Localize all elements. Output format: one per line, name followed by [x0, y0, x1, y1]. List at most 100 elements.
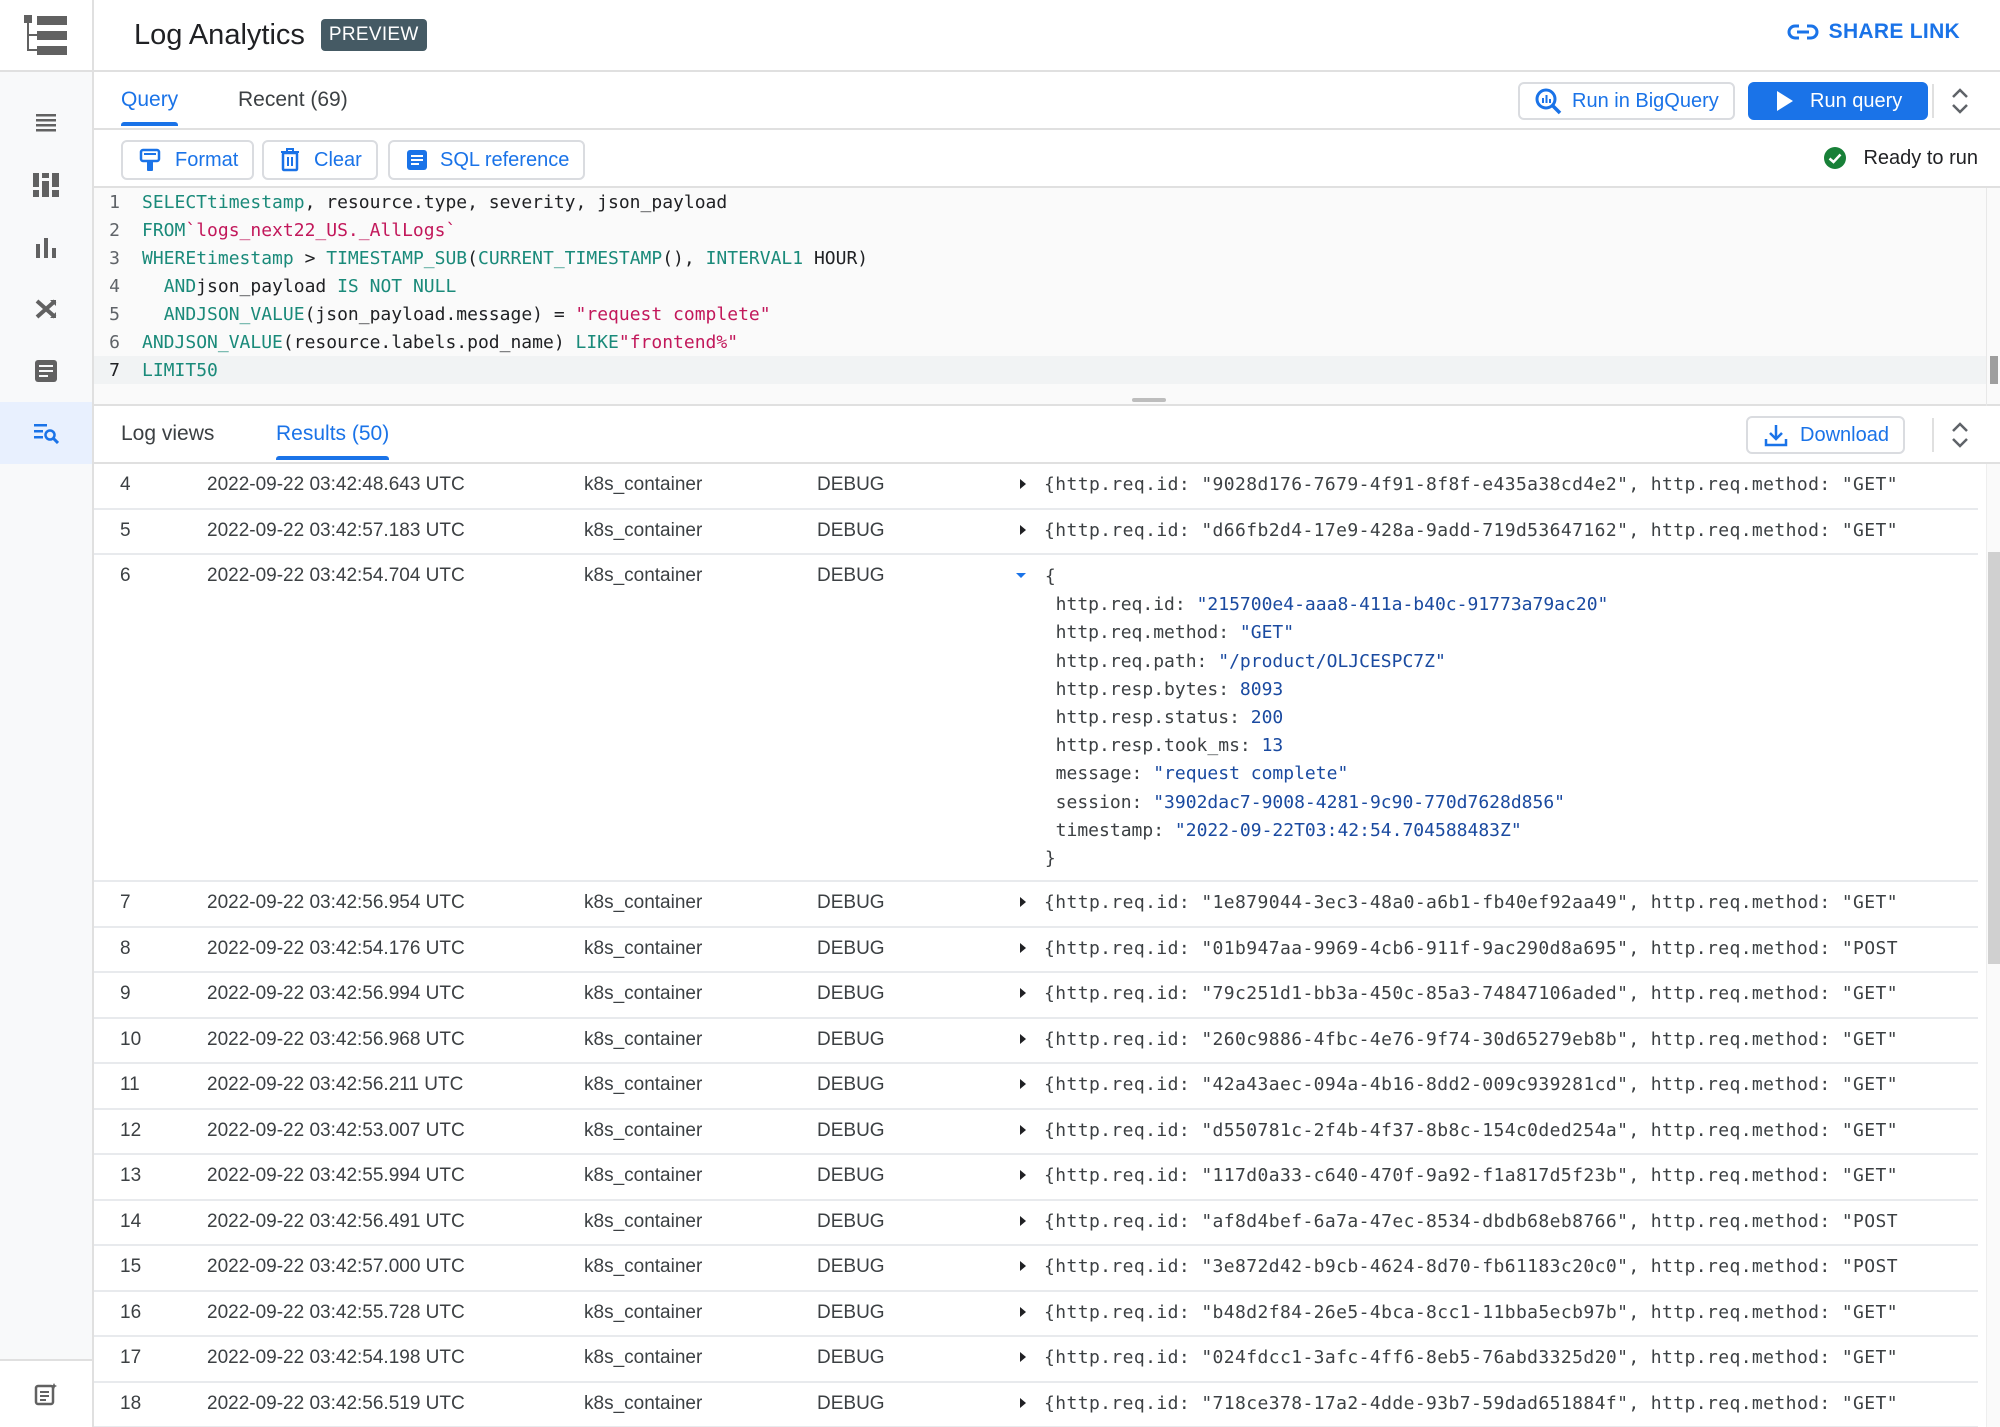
- table-row[interactable]: 10 2022-09-22 03:42:56.968 UTC k8s_contain…: [94, 1019, 1978, 1064]
- line-number: 3: [109, 247, 120, 269]
- sql-reference-button[interactable]: SQL reference: [388, 140, 586, 180]
- row-resource-type: k8s_container: [584, 1392, 703, 1414]
- row-timestamp: 2022-09-22 03:42:56.519 UTC: [207, 1392, 465, 1414]
- sidebar-item-log-analytics[interactable]: [0, 402, 92, 464]
- caret-right-icon: [1020, 479, 1026, 489]
- editor-toolbar: Format Clear SQL reference Ready to run: [94, 130, 2000, 188]
- json-value: 13: [1261, 735, 1284, 757]
- table-row[interactable]: 12 2022-09-22 03:42:53.007 UTC k8s_contain…: [94, 1110, 1978, 1155]
- table-row[interactable]: 7 2022-09-22 03:42:56.954 UTC k8s_containe…: [94, 882, 1978, 928]
- expand-collapse-editor-icon[interactable]: [1950, 86, 1970, 116]
- tab-recent-label: Recent (69): [238, 88, 348, 111]
- collapse-row-toggle[interactable]: [1014, 567, 1028, 583]
- expand-row-toggle[interactable]: [1016, 1349, 1030, 1365]
- table-row[interactable]: 13 2022-09-22 03:42:55.994 UTC k8s_contain…: [94, 1155, 1978, 1201]
- format-label: Format: [175, 148, 239, 171]
- row-resource-type: k8s_container: [584, 474, 703, 495]
- editor-scrollbar[interactable]: [1986, 188, 2000, 406]
- caret-right-icon: [1020, 1079, 1026, 1089]
- caret-right-icon: [1020, 1261, 1026, 1271]
- expand-row-toggle[interactable]: [1016, 985, 1030, 1001]
- json-key: http.req.method:: [1034, 622, 1240, 644]
- sidebar-item-logs-storage[interactable]: [0, 340, 92, 402]
- sidebar-item-dashboard[interactable]: [0, 154, 92, 216]
- row-severity: DEBUG: [817, 474, 885, 495]
- table-row[interactable]: 18 2022-09-22 03:42:56.519 UTC k8s_contain…: [94, 1383, 1978, 1427]
- page-header: Log Analytics PREVIEW SHARE LINK: [94, 0, 2000, 72]
- download-button[interactable]: Download: [1746, 416, 1905, 454]
- table-row[interactable]: 8 2022-09-22 03:42:54.176 UTC k8s_containe…: [94, 928, 1978, 973]
- dashboard-icon: [33, 173, 59, 197]
- expand-row-toggle[interactable]: [1016, 1213, 1030, 1229]
- row-json-payload: {http.req.id: "260c9886-4fbc-4e76-9f74-3…: [1044, 1028, 1899, 1050]
- table-row[interactable]: 16 2022-09-22 03:42:55.728 UTC k8s_contain…: [94, 1292, 1978, 1337]
- expand-row-toggle[interactable]: [1016, 522, 1030, 538]
- row-json-payload: {http.req.id: "117d0a33-c640-470f-9a92-f…: [1044, 1165, 1899, 1186]
- caret-right-icon: [1020, 988, 1026, 998]
- table-row[interactable]: 17 2022-09-22 03:42:54.198 UTC k8s_contain…: [94, 1337, 1978, 1383]
- sidebar-release-notes[interactable]: [0, 1359, 92, 1427]
- sql-editor[interactable]: 1 SELECT timestamp, resource.type, sever…: [94, 188, 2000, 406]
- row-number: 15: [120, 1256, 142, 1277]
- sidebar-item-logs-explorer[interactable]: [0, 92, 92, 154]
- expand-collapse-results-icon[interactable]: [1950, 420, 1970, 450]
- table-row[interactable]: 5 2022-09-22 03:42:57.183 UTC k8s_containe…: [94, 510, 1978, 555]
- shuffle-router-icon: [35, 299, 57, 319]
- json-value: "2022-09-22T03:42:54.704588483Z": [1174, 819, 1522, 841]
- expand-row-toggle[interactable]: [1016, 1076, 1030, 1092]
- tab-query[interactable]: Query: [121, 88, 179, 126]
- editor-resize-handle[interactable]: [1132, 398, 1166, 402]
- editor-scrollbar-thumb[interactable]: [1990, 356, 1998, 384]
- table-row[interactable]: 15 2022-09-22 03:42:57.000 UTC k8s_contain…: [94, 1246, 1978, 1292]
- expand-row-toggle[interactable]: [1016, 1167, 1030, 1183]
- active-tab-indicator: [121, 122, 179, 126]
- table-row[interactable]: 4 2022-09-22 03:42:48.643 UTC k8s_containe…: [94, 464, 1978, 510]
- caret-right-icon: [1020, 1306, 1026, 1317]
- run-in-bigquery-button[interactable]: Run in BigQuery: [1518, 82, 1735, 120]
- row-timestamp: 2022-09-22 03:42:57.183 UTC: [207, 519, 465, 541]
- share-link-button[interactable]: SHARE LINK: [1787, 20, 1960, 44]
- expand-row-toggle[interactable]: [1016, 1395, 1030, 1411]
- sidebar-item-log-router[interactable]: [0, 278, 92, 340]
- caret-right-icon: [1020, 1033, 1026, 1044]
- tab-log-views[interactable]: Log views: [121, 422, 214, 446]
- row-json-payload: {http.req.id: "718ce378-17a2-4dde-93b7-5…: [1044, 1392, 1899, 1414]
- clear-button[interactable]: Clear: [262, 140, 378, 180]
- table-row[interactable]: 11 2022-09-22 03:42:56.211 UTC k8s_contain…: [94, 1064, 1978, 1110]
- caret-down-icon: [1016, 573, 1026, 578]
- expand-row-toggle[interactable]: [1016, 1122, 1030, 1138]
- row-severity: DEBUG: [817, 1119, 885, 1141]
- caret-right-icon: [1020, 1397, 1026, 1408]
- row-resource-type: k8s_container: [584, 565, 703, 586]
- code-line: 4 AND json_payload IS NOT NULL: [94, 272, 1986, 300]
- row-json-payload: {http.req.id: "024fdcc1-3afc-4ff6-8eb5-7…: [1044, 1347, 1899, 1368]
- row-severity: DEBUG: [817, 1392, 885, 1414]
- page-title: Log Analytics: [134, 18, 305, 51]
- table-row[interactable]: 14 2022-09-22 03:42:56.491 UTC k8s_contain…: [94, 1201, 1978, 1246]
- tab-results[interactable]: Results (50): [276, 422, 390, 460]
- row-timestamp: 2022-09-22 03:42:56.968 UTC: [207, 1028, 465, 1050]
- row-number: 6: [120, 565, 131, 586]
- json-field: session: "3902dac7-9008-4281-9c90-770d76…: [1034, 789, 1608, 817]
- json-field: http.req.path: "/product/OLJCESPC7Z": [1034, 648, 1608, 676]
- tab-recent[interactable]: Recent (69): [238, 88, 348, 112]
- row-severity: DEBUG: [817, 565, 885, 586]
- code-line: 6 AND JSON_VALUE (resource.labels.pod_nam…: [94, 328, 1986, 356]
- format-button[interactable]: Format: [121, 140, 255, 180]
- code-line: 2 FROM `logs_next22_US._AllLogs`: [94, 216, 1986, 244]
- table-row[interactable]: 9 2022-09-22 03:42:56.994 UTC k8s_containe…: [94, 973, 1978, 1019]
- expand-row-toggle[interactable]: [1016, 894, 1030, 910]
- table-row[interactable]: 6 2022-09-22 03:42:54.704 UTC k8s_containe…: [94, 555, 1978, 882]
- results-scrollbar-thumb[interactable]: [1988, 552, 2000, 964]
- download-label: Download: [1800, 423, 1889, 446]
- expand-row-toggle[interactable]: [1016, 940, 1030, 956]
- sidebar-item-metrics[interactable]: [0, 216, 92, 278]
- row-json-payload: {http.req.id: "1e879044-3ec3-48a0-a6b1-f…: [1044, 892, 1899, 913]
- expand-row-toggle[interactable]: [1016, 1258, 1030, 1274]
- expand-row-toggle[interactable]: [1016, 1304, 1030, 1320]
- expand-row-toggle[interactable]: [1016, 476, 1030, 492]
- row-number: 8: [120, 937, 131, 959]
- expand-row-toggle[interactable]: [1016, 1031, 1030, 1047]
- run-query-button[interactable]: Run query: [1748, 82, 1929, 120]
- product-logo[interactable]: [0, 0, 92, 72]
